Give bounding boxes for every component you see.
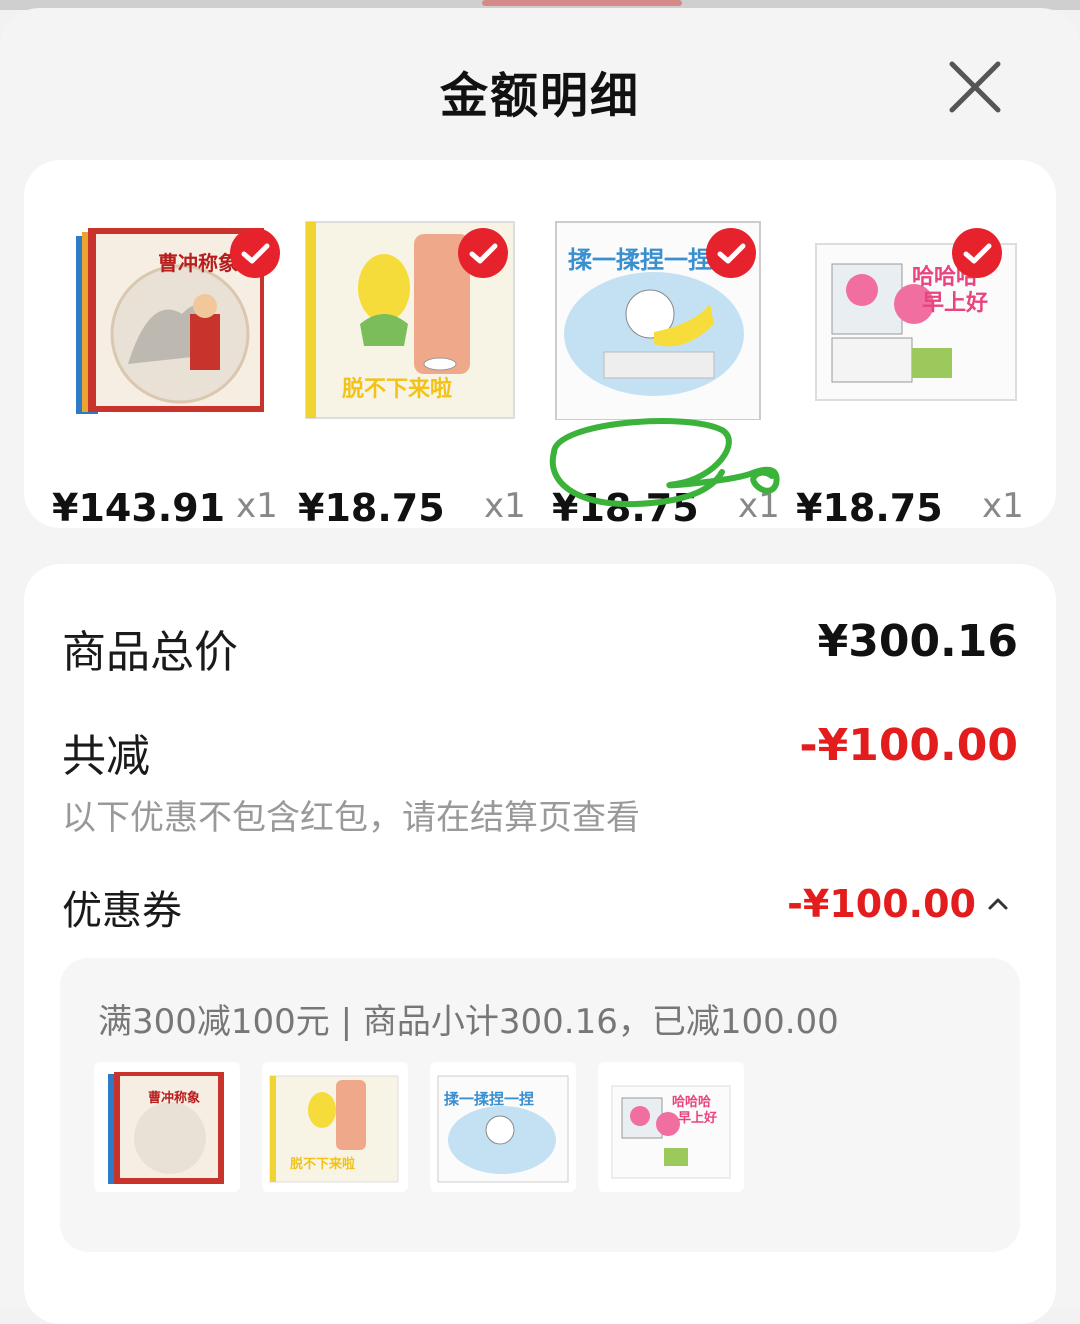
discount-value: -¥100.00 <box>799 720 1018 771</box>
discount-label: 共减 <box>62 731 150 782</box>
annotation-circle <box>549 418 780 508</box>
svg-text:早上好: 早上好 <box>678 1110 717 1126</box>
selected-check-icon[interactable] <box>952 228 1002 278</box>
discount-note: 以下优惠不包含红包，请在结算页查看 <box>62 798 640 838</box>
coupon-label: 优惠券 <box>62 888 182 934</box>
product-price: ¥143.91 <box>52 486 226 530</box>
svg-text:曹冲称象: 曹冲称象 <box>158 251 238 275</box>
selected-check-icon[interactable] <box>706 228 756 278</box>
product-thumbnail: 哈哈哈 早上好 <box>598 1062 744 1192</box>
product-thumbnail: 曹冲称象 <box>94 1062 240 1192</box>
svg-text:曹冲称象: 曹冲称象 <box>148 1090 200 1106</box>
svg-text:脱不下来啦: 脱不下来啦 <box>290 1156 355 1172</box>
chevron-up-icon <box>988 898 1008 910</box>
product-item[interactable]: 哈哈哈 早上好 ¥18.75 x1 <box>796 214 1038 530</box>
product-qty: x1 <box>982 486 1024 526</box>
coupon-detail-panel: 满300减100元 | 商品小计300.16，已减100.00 曹冲称象 脱不下… <box>60 958 1020 1252</box>
product-qty: x1 <box>236 486 278 526</box>
svg-text:早上好: 早上好 <box>922 290 988 316</box>
product-price: ¥18.75 <box>298 486 445 530</box>
amount-detail-sheet: 金额明细 曹冲称象 ¥143.91 x1 脱不下来啦 ¥18.75 x1 揉一揉… <box>0 8 1080 1324</box>
selected-check-icon[interactable] <box>230 228 280 278</box>
sheet-title: 金额明细 <box>439 68 640 124</box>
svg-text:揉一揉捏一捏: 揉一揉捏一捏 <box>568 246 712 274</box>
product-item[interactable]: 曹冲称象 ¥143.91 x1 <box>52 214 306 530</box>
coupon-toggle[interactable]: -¥100.00 <box>787 882 1012 926</box>
close-button[interactable] <box>946 58 1004 116</box>
total-price-label: 商品总价 <box>62 627 238 678</box>
price-summary-card: 商品总价 ¥300.16 共减 -¥100.00 以下优惠不包含红包，请在结算页… <box>24 564 1056 1324</box>
coupon-rule-text: 满300减100元 | 商品小计300.16，已减100.00 <box>98 1002 839 1042</box>
product-qty: x1 <box>484 486 526 526</box>
coupon-value: -¥100.00 <box>787 882 976 926</box>
product-cover: 哈哈哈 早上好 <box>802 214 1038 420</box>
svg-text:哈哈哈: 哈哈哈 <box>672 1094 711 1110</box>
product-list-card: 曹冲称象 ¥143.91 x1 脱不下来啦 ¥18.75 x1 揉一揉捏一捏 ¥… <box>24 160 1056 530</box>
svg-text:脱不下来啦: 脱不下来啦 <box>342 376 452 402</box>
product-thumbnail: 脱不下来啦 <box>262 1062 408 1192</box>
total-price-value: ¥300.16 <box>817 616 1018 667</box>
product-item[interactable]: 脱不下来啦 ¥18.75 x1 <box>298 214 540 530</box>
product-price: ¥18.75 <box>796 486 943 530</box>
selected-check-icon[interactable] <box>458 228 508 278</box>
close-icon <box>949 61 1001 113</box>
product-thumbnail: 揉一揉捏一捏 <box>430 1062 576 1192</box>
svg-text:揉一揉捏一捏: 揉一揉捏一捏 <box>444 1090 534 1108</box>
